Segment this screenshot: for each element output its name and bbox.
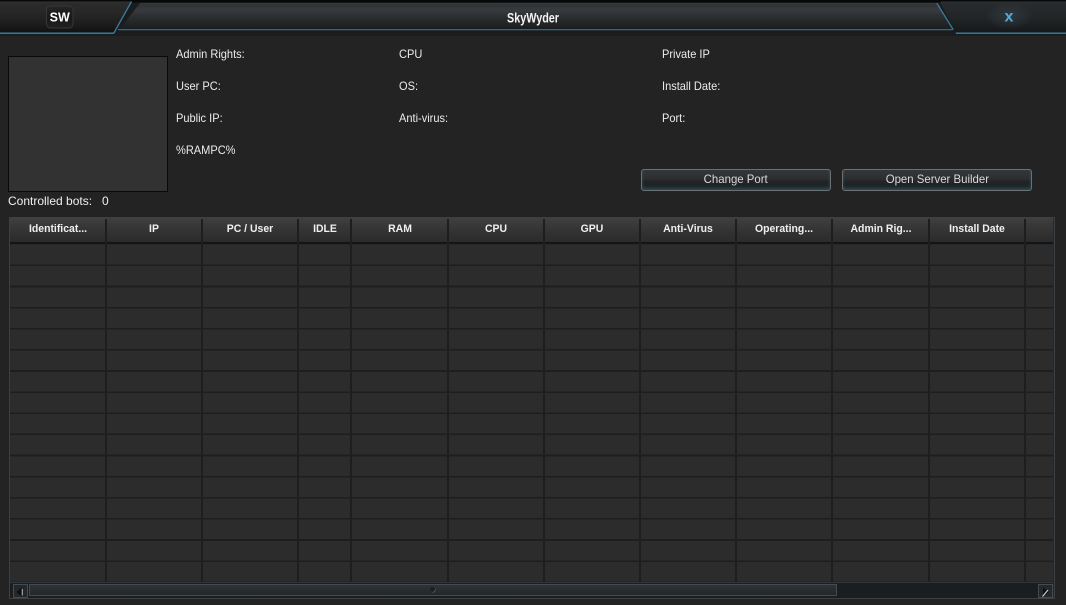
svg-text:SkyWyder: SkyWyder [507,9,559,25]
svg-text:SW: SW [50,10,70,24]
svg-text:x: x [1005,9,1014,26]
